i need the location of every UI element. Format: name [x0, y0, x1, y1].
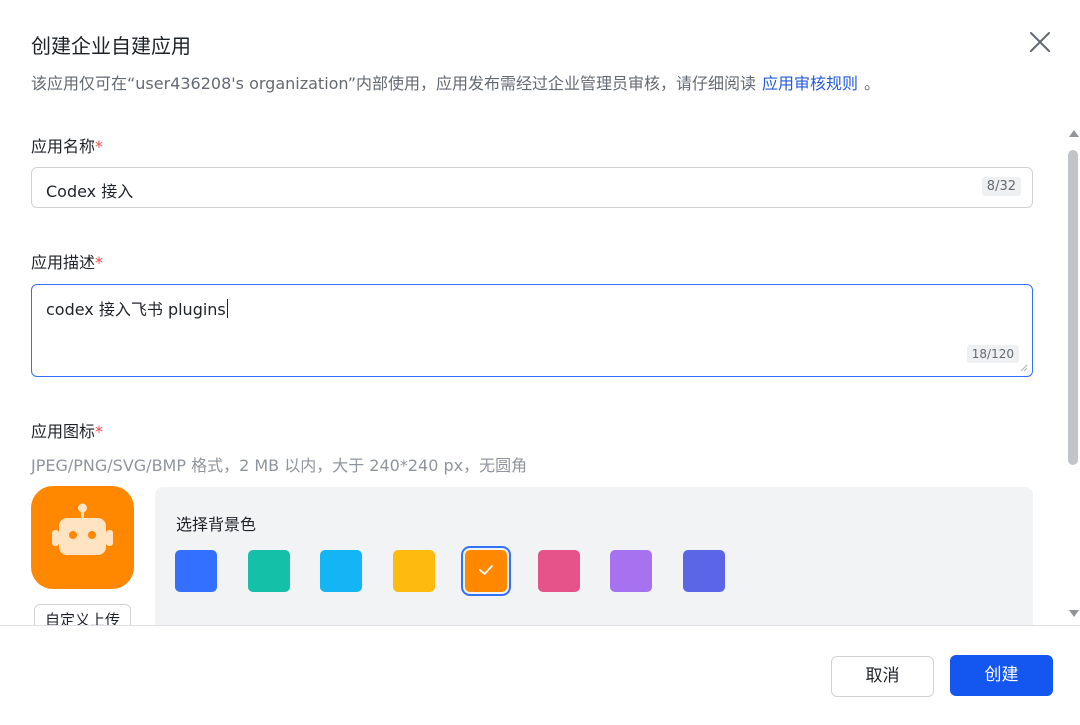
- color-swatch-purple[interactable]: [610, 550, 652, 592]
- color-swatch-teal[interactable]: [247, 550, 290, 592]
- app-name-value[interactable]: Codex 接入: [46, 178, 133, 202]
- color-picker-panel: 选择背景色: [155, 487, 1033, 637]
- app-name-input[interactable]: Codex 接入 8/32: [31, 167, 1033, 208]
- app-desc-label-text: 应用描述: [31, 253, 96, 272]
- close-icon[interactable]: [1028, 30, 1052, 54]
- scrollbar-thumb[interactable]: [1068, 150, 1078, 465]
- text-caret: [226, 299, 228, 318]
- dialog-title: 创建企业自建应用: [31, 34, 191, 58]
- color-swatch-blue[interactable]: [175, 550, 217, 592]
- color-swatch-cyan[interactable]: [320, 550, 362, 592]
- review-rules-link[interactable]: 应用审核规则: [762, 74, 858, 93]
- required-mark: *: [95, 422, 104, 441]
- app-desc-label: 应用描述*: [31, 249, 103, 273]
- color-swatch-pink[interactable]: [537, 550, 580, 592]
- color-swatch-orange[interactable]: [465, 550, 507, 592]
- app-name-counter: 8/32: [981, 177, 1021, 196]
- app-icon-preview: [31, 486, 134, 589]
- subtitle-text: 该应用仅可在“user436208's organization”内部使用，应用…: [31, 74, 756, 93]
- color-swatch-yellow[interactable]: [392, 550, 435, 592]
- app-desc-counter: 18/120: [966, 345, 1019, 363]
- app-icon-label-text: 应用图标: [31, 422, 96, 441]
- subtitle-end: 。: [864, 74, 881, 93]
- robot-icon: [52, 503, 113, 555]
- color-picker-label: 选择背景色: [176, 515, 257, 534]
- app-name-label: 应用名称*: [31, 133, 103, 157]
- app-desc-value[interactable]: codex 接入飞书 plugins: [46, 296, 228, 320]
- required-mark: *: [95, 253, 104, 272]
- icon-format-hint: JPEG/PNG/SVG/BMP 格式，2 MB 以内，大于 240*240 p…: [31, 456, 528, 475]
- app-icon-label: 应用图标*: [31, 418, 103, 442]
- dialog-subtitle: 该应用仅可在“user436208's organization”内部使用，应用…: [31, 70, 880, 94]
- app-desc-text[interactable]: codex 接入飞书 plugins: [46, 300, 226, 319]
- app-name-label-text: 应用名称: [31, 137, 96, 156]
- create-button[interactable]: 创建: [950, 655, 1053, 696]
- scroll-up-arrow-icon[interactable]: [1069, 130, 1079, 137]
- color-swatch-indigo[interactable]: [682, 550, 725, 592]
- create-app-dialog: 创建企业自建应用 该应用仅可在“user436208's organizatio…: [0, 0, 1080, 725]
- resize-handle-icon[interactable]: [1020, 364, 1028, 372]
- app-desc-textarea[interactable]: codex 接入飞书 plugins 18/120: [31, 284, 1033, 377]
- required-mark: *: [95, 137, 104, 156]
- scroll-down-arrow-icon[interactable]: [1069, 610, 1079, 617]
- check-icon: [479, 565, 493, 575]
- cancel-button[interactable]: 取消: [831, 656, 934, 697]
